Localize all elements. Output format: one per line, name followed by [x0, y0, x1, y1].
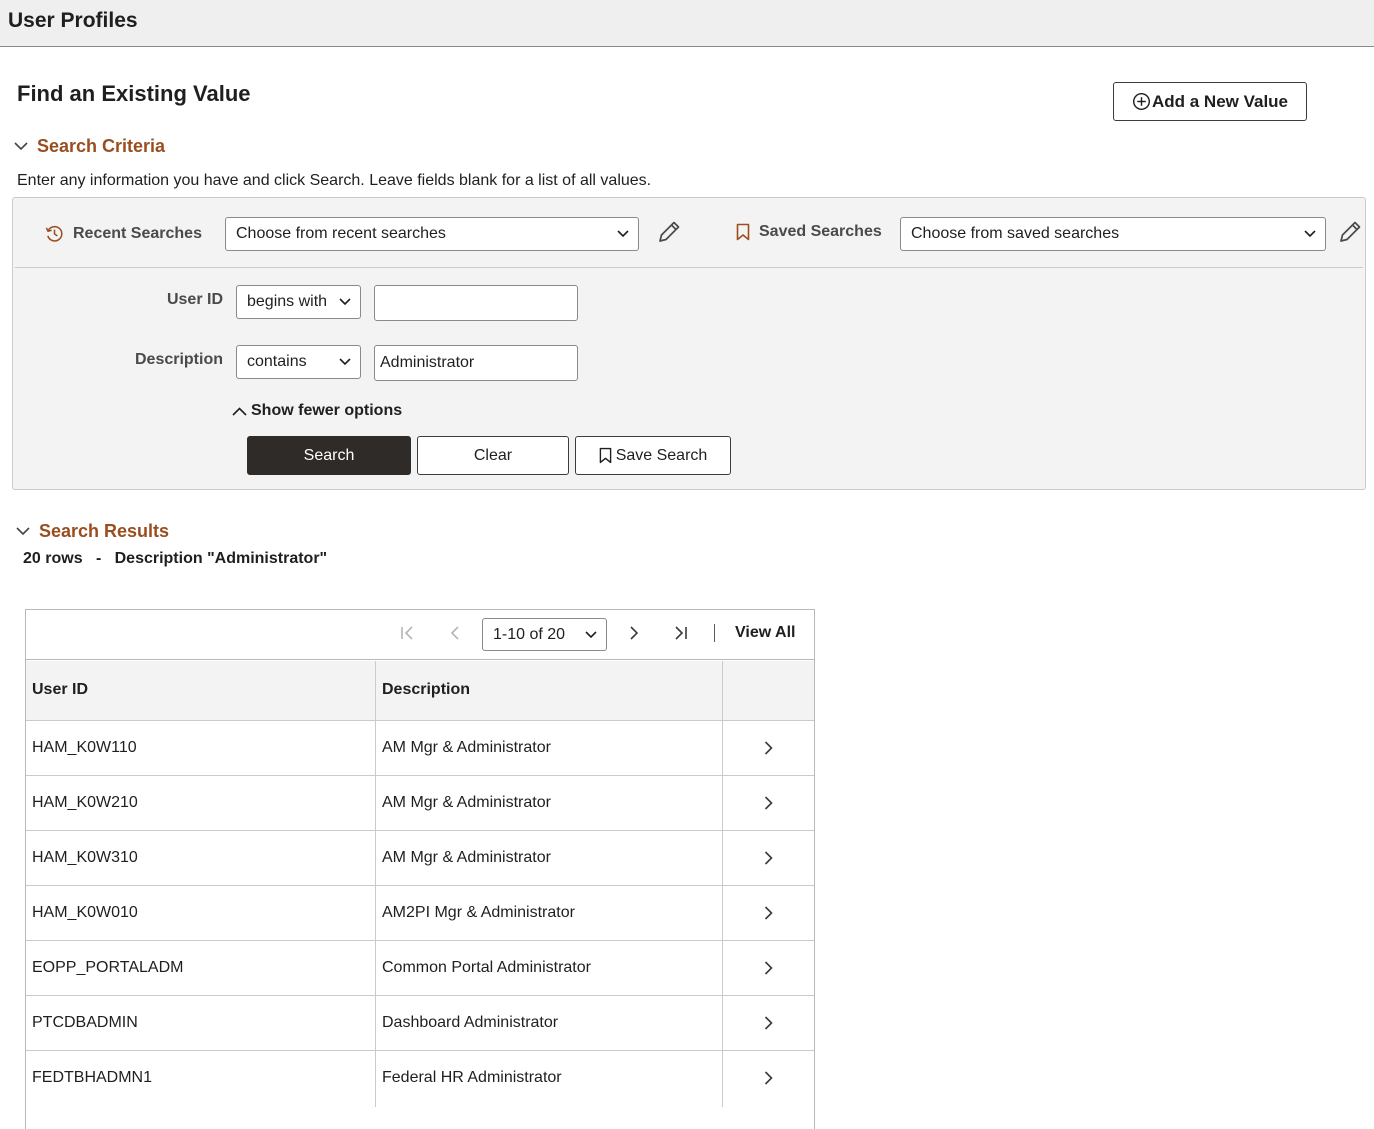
chevron-up-icon — [232, 406, 247, 416]
chevron-down-icon — [16, 527, 30, 536]
cell-user-id: HAM_K0W110 — [32, 739, 137, 756]
chevron-down-icon — [339, 358, 351, 366]
column-header-description: Description — [382, 681, 471, 698]
cell-user-id: HAM_K0W310 — [32, 849, 138, 866]
edit-pencil-icon[interactable] — [1336, 218, 1364, 246]
search-criteria-toggle[interactable]: Search Criteria — [14, 136, 165, 157]
cell-description: Dashboard Administrator — [382, 1014, 559, 1031]
chevron-right-icon[interactable] — [764, 961, 773, 975]
search-instructions: Enter any information you have and click… — [17, 172, 652, 189]
previous-page-icon[interactable] — [447, 625, 463, 641]
chevron-down-icon — [617, 230, 629, 238]
show-fewer-options-link[interactable]: Show fewer options — [232, 402, 402, 420]
history-icon — [45, 225, 63, 242]
description-operator-select[interactable]: contains — [236, 345, 361, 379]
bookmark-icon — [599, 447, 611, 464]
first-page-icon[interactable] — [399, 625, 415, 641]
find-heading: Find an Existing Value — [17, 81, 251, 106]
description-label: Description — [134, 351, 223, 368]
search-results-title: Search Results — [39, 521, 170, 541]
page-title: User Profiles — [8, 9, 138, 32]
cell-description: AM Mgr & Administrator — [382, 794, 551, 811]
cell-description: Federal HR Administrator — [382, 1069, 562, 1086]
chevron-right-icon[interactable] — [764, 796, 773, 810]
last-page-icon[interactable] — [673, 625, 689, 641]
recent-searches-value: Choose from recent searches — [236, 225, 446, 242]
add-new-value-label: Add a New Value — [1151, 91, 1289, 111]
chevron-down-icon — [14, 142, 28, 151]
toolbar-separator — [714, 624, 715, 642]
plus-circle-icon — [1132, 92, 1150, 111]
saved-searches-value: Choose from saved searches — [911, 225, 1120, 242]
column-header-user-id: User ID — [32, 681, 89, 698]
cell-description: Common Portal Administrator — [382, 959, 591, 976]
chevron-right-icon[interactable] — [764, 1016, 773, 1030]
view-all-link[interactable]: View All — [735, 624, 795, 642]
chevron-right-icon[interactable] — [764, 1071, 773, 1085]
cell-user-id: HAM_K0W010 — [32, 904, 138, 921]
cell-description: AM2PI Mgr & Administrator — [382, 904, 575, 921]
results-summary: 20 rows - Description "Administrator" — [23, 550, 327, 568]
table-header-row: User ID Description — [26, 661, 814, 721]
cell-user-id: EOPP_PORTALADM — [32, 959, 184, 976]
add-new-value-button[interactable]: Add a New Value — [1113, 82, 1307, 121]
table-row[interactable]: PTCDBADMIN Dashboard Administrator — [26, 996, 814, 1051]
cell-user-id: HAM_K0W210 — [32, 794, 138, 811]
grid-toolbar — [26, 610, 814, 660]
search-criteria-title: Search Criteria — [37, 136, 166, 156]
bookmark-icon — [736, 223, 750, 241]
cell-user-id: FEDTBHADMN1 — [32, 1069, 153, 1086]
clear-button[interactable]: Clear — [417, 436, 569, 475]
search-button[interactable]: Search — [247, 436, 411, 475]
table-row[interactable]: FEDTBHADMN1 Federal HR Administrator — [26, 1051, 814, 1107]
cell-user-id: PTCDBADMIN — [32, 1014, 138, 1031]
recent-searches-label: Recent Searches — [44, 223, 202, 244]
search-results-toggle[interactable]: Search Results — [16, 521, 169, 542]
chevron-right-icon[interactable] — [764, 906, 773, 920]
save-search-button[interactable]: Save Search — [575, 436, 731, 475]
chevron-down-icon — [339, 298, 351, 306]
chevron-down-icon — [1304, 230, 1316, 238]
row-count: 20 rows — [23, 550, 83, 567]
next-page-icon[interactable] — [626, 625, 642, 641]
cell-description: AM Mgr & Administrator — [382, 739, 551, 756]
cell-description: AM Mgr & Administrator — [382, 849, 551, 866]
chevron-down-icon — [585, 630, 597, 638]
table-row[interactable]: HAM_K0W010 AM2PI Mgr & Administrator — [26, 886, 814, 941]
summary-separator: - — [95, 550, 102, 567]
table-row[interactable]: EOPP_PORTALADM Common Portal Administrat… — [26, 941, 814, 996]
saved-searches-select[interactable]: Choose from saved searches — [900, 217, 1326, 251]
recent-searches-select[interactable]: Choose from recent searches — [225, 217, 639, 251]
user-id-input[interactable] — [374, 285, 578, 321]
description-input[interactable]: Administrator — [374, 345, 578, 381]
table-row[interactable]: HAM_K0W110 AM Mgr & Administrator — [26, 721, 814, 776]
column-divider — [375, 661, 376, 1107]
table-row[interactable]: HAM_K0W310 AM Mgr & Administrator — [26, 831, 814, 886]
criteria-summary: Description "Administrator" — [114, 550, 328, 567]
chevron-right-icon[interactable] — [764, 851, 773, 865]
table-row[interactable]: HAM_K0W210 AM Mgr & Administrator — [26, 776, 814, 831]
column-divider — [722, 661, 723, 1107]
divider — [15, 267, 1363, 268]
user-id-label: User ID — [166, 291, 223, 308]
edit-pencil-icon[interactable] — [655, 218, 683, 246]
page-header — [0, 0, 1374, 47]
saved-searches-label: Saved Searches — [736, 223, 882, 241]
chevron-right-icon[interactable] — [764, 741, 773, 755]
page-range-select[interactable]: 1-10 of 20 — [482, 618, 607, 651]
user-id-operator-select[interactable]: begins with — [236, 285, 361, 319]
